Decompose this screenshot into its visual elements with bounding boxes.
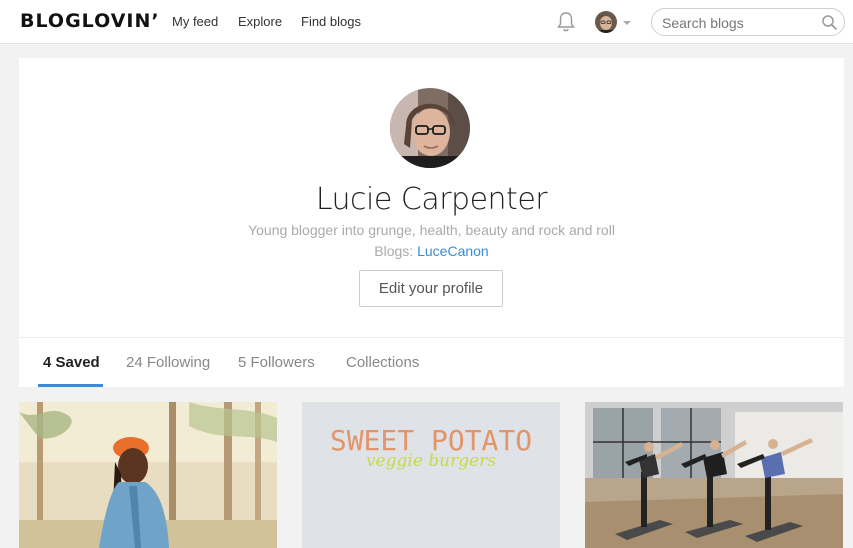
- blog-link[interactable]: LuceCanon: [417, 243, 489, 259]
- post-image-woman: [19, 402, 277, 548]
- search-input[interactable]: [662, 13, 822, 33]
- tab-followers[interactable]: 5 Followers: [238, 354, 315, 371]
- blogs-label: Blogs:: [374, 243, 414, 259]
- profile-avatar: [390, 88, 470, 168]
- avatar[interactable]: [595, 11, 617, 33]
- post-image-sweet-potato: SWEET POTATO veggie burgers: [302, 402, 560, 548]
- tab-following[interactable]: 24 Following: [126, 354, 210, 371]
- saved-post[interactable]: [19, 402, 277, 548]
- profile-blogs: Blogs: LuceCanon: [19, 243, 844, 259]
- edit-profile-button[interactable]: Edit your profile: [359, 270, 503, 307]
- tab-collections[interactable]: Collections: [346, 354, 419, 371]
- tab-saved[interactable]: 4 Saved: [43, 354, 100, 371]
- nav-find-blogs[interactable]: Find blogs: [301, 14, 361, 29]
- saved-post[interactable]: SWEET POTATO veggie burgers: [302, 402, 560, 548]
- veggie-burgers-subtitle: veggie burgers: [366, 451, 496, 471]
- divider: [19, 337, 844, 338]
- bloglovin-logo[interactable]: BLOGLOVIN’: [20, 10, 160, 32]
- nav-explore[interactable]: Explore: [238, 14, 282, 29]
- profile-name: Lucie Carpenter: [315, 182, 548, 217]
- search-box: [651, 8, 845, 36]
- nav-my-feed[interactable]: My feed: [172, 14, 218, 29]
- profile-card: Lucie Carpenter Young blogger into grung…: [19, 58, 844, 387]
- profile-bio: Young blogger into grunge, health, beaut…: [248, 222, 615, 238]
- search-icon[interactable]: [821, 14, 838, 31]
- saved-post[interactable]: [585, 402, 843, 548]
- post-image-yoga: [585, 402, 843, 548]
- active-tab-indicator: [38, 384, 103, 387]
- top-nav-bar: BLOGLOVIN’ My feed Explore Find blogs: [0, 0, 853, 44]
- chevron-down-icon[interactable]: [622, 15, 632, 25]
- bell-icon[interactable]: [556, 11, 576, 33]
